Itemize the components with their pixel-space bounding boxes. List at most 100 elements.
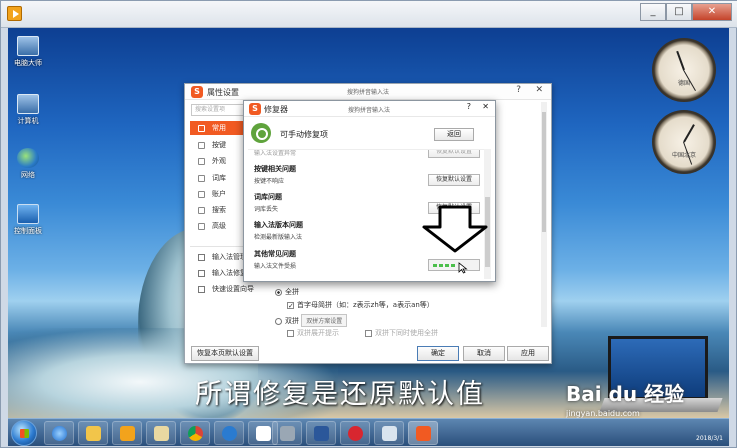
nav-label: 快速设置向导 xyxy=(212,285,254,293)
repair-fix-button[interactable]: 恢复默认设置 xyxy=(428,174,480,186)
ime-manager-icon xyxy=(198,254,205,261)
quanpin-label: 全拼 xyxy=(285,288,299,296)
props-center-title: 搜狗拼音输入法 xyxy=(347,89,390,96)
clock-label: 中国北京 xyxy=(671,152,696,159)
repair-fix-button[interactable]: 恢复默认设置 xyxy=(428,150,480,158)
nav-label: 外观 xyxy=(212,157,226,165)
nav-item-setup-wizard[interactable]: 快速设置向导 xyxy=(190,282,254,296)
back-button[interactable]: 返回 xyxy=(434,128,474,141)
word-icon xyxy=(314,426,329,441)
chrome-icon xyxy=(188,426,203,441)
taskbar-app[interactable] xyxy=(214,421,244,445)
window-titlebar: _ □ ✕ xyxy=(1,1,737,28)
tray-date: 2018/3/1 xyxy=(696,435,723,442)
sp-quanpin-option[interactable]: 双拼下同时使用全拼 xyxy=(365,328,438,338)
sogou-logo-icon: S xyxy=(191,86,203,98)
nav-label: 搜索 xyxy=(212,206,226,214)
sp-quanpin-checkbox[interactable] xyxy=(365,329,372,337)
shuangpin-label: 双拼 xyxy=(285,317,299,325)
account-icon xyxy=(198,191,205,198)
taskbar-app[interactable] xyxy=(340,421,370,445)
cancel-button[interactable]: 取消 xyxy=(463,346,505,361)
nav-label: 常用 xyxy=(212,124,226,132)
repair-help-button[interactable]: ? xyxy=(467,102,471,111)
repair-dialog: S 修复器 搜狗拼音输入法 ? ✕ 可手动修复项 返回 输入法设置异常 恢复默认… xyxy=(243,100,496,282)
restore-default-button[interactable]: 恢复本页默认设置 xyxy=(191,346,259,361)
shuangpin-option[interactable]: 双拼 双拼方案设置 xyxy=(275,314,348,327)
taskbar-app[interactable] xyxy=(78,421,108,445)
app-red-icon xyxy=(348,426,363,441)
nav-label: 按键 xyxy=(212,141,226,149)
taskbar-app[interactable] xyxy=(44,421,74,445)
minimize-button[interactable]: _ xyxy=(640,3,666,21)
control-panel-icon xyxy=(17,204,39,224)
repair-progress-button[interactable] xyxy=(428,259,480,271)
settings-search-input[interactable]: 搜索设置项 xyxy=(191,104,249,116)
sp-hint-option[interactable]: 双拼展开提示 xyxy=(287,328,339,338)
shuangpin-radio[interactable] xyxy=(275,317,282,325)
desktop-icon-control-panel[interactable]: 控制面板 xyxy=(8,204,48,236)
start-button[interactable] xyxy=(11,420,37,446)
quanpin-option[interactable]: 全拼 xyxy=(275,287,299,297)
desktop-icon-network[interactable]: 网络 xyxy=(8,148,48,180)
props-scrollbar[interactable] xyxy=(541,102,547,327)
desktop-icon-label: 计算机 xyxy=(17,117,39,125)
repair-item: 检测最新版输入法 xyxy=(254,234,303,241)
taskbar-app[interactable] xyxy=(180,421,210,445)
nav-label: 高级 xyxy=(212,222,226,230)
shoumu-checkbox[interactable] xyxy=(287,301,294,309)
mouse-cursor-icon xyxy=(458,262,468,274)
computer-icon xyxy=(17,94,39,114)
desktop-icon-label: 电脑大师 xyxy=(14,59,42,67)
apply-button[interactable]: 应用 xyxy=(507,346,549,361)
baidu-url: jingyan.baidu.com xyxy=(566,409,640,418)
appearance-icon xyxy=(198,158,205,165)
desktop-icon-label: 控制面板 xyxy=(14,227,42,235)
sp-hint-checkbox[interactable] xyxy=(287,329,294,337)
clock-gadget-germany[interactable]: 德国 xyxy=(652,38,716,102)
ok-button[interactable]: 确定 xyxy=(417,346,459,361)
baidu-brand: Bai du 经验 xyxy=(566,382,685,406)
ie-icon xyxy=(52,426,67,441)
repair-titlebar: S 修复器 搜狗拼音输入法 ? ✕ xyxy=(244,101,495,117)
sogou-logo-icon: S xyxy=(249,103,261,115)
repair-title: 修复器 xyxy=(264,105,288,114)
taskbar-app[interactable] xyxy=(272,421,302,445)
wizard-flag-icon xyxy=(198,286,205,293)
quanpin-radio[interactable] xyxy=(275,288,282,296)
nav-label: 输入法管理 xyxy=(212,253,247,261)
clock-hour-hand xyxy=(683,124,695,143)
repair-heading: 可手动修复项 xyxy=(280,130,328,139)
media-player-icon xyxy=(120,426,135,441)
close-button[interactable]: ✕ xyxy=(692,3,732,21)
desktop-icon-computer[interactable]: 计算机 xyxy=(8,94,48,126)
shuangpin-scheme-button[interactable]: 双拼方案设置 xyxy=(301,314,348,327)
repair-group-title: 输入法版本问题 xyxy=(254,221,303,229)
explorer-icon xyxy=(154,426,169,441)
clock-hour-hand xyxy=(676,50,685,71)
baidu-watermark: Bai du 经验 jingyan.baidu.com xyxy=(566,378,684,418)
taskbar-app[interactable] xyxy=(112,421,142,445)
sp-hint-label: 双拼展开提示 xyxy=(297,329,339,337)
clock-gadget-beijing[interactable]: 中国北京 xyxy=(652,110,716,174)
taskbar-app[interactable] xyxy=(374,421,404,445)
desktop-icon-computer-master[interactable]: 电脑大师 xyxy=(8,36,48,68)
taskbar-app[interactable] xyxy=(306,421,336,445)
props-help-button[interactable]: ? xyxy=(516,85,521,95)
repair-close-button[interactable]: ✕ xyxy=(482,102,489,111)
restore-button[interactable]: □ xyxy=(666,3,692,21)
props-close-button[interactable]: ✕ xyxy=(535,85,543,95)
network-globe-icon xyxy=(17,148,39,168)
shoumu-option[interactable]: 首字母简拼（如：z表示zh等，a表示an等） xyxy=(287,300,434,310)
common-settings-icon xyxy=(198,125,205,132)
shoumu-label: 首字母简拼（如：z表示zh等，a表示an等） xyxy=(297,301,434,309)
nav-label: 词库 xyxy=(212,174,226,182)
repair-item: 按键不响应 xyxy=(254,178,285,185)
wrench-icon xyxy=(251,123,271,143)
repair-group-title: 词库问题 xyxy=(254,193,282,201)
ime-repair-icon xyxy=(198,270,205,277)
props-scroll-thumb[interactable] xyxy=(542,112,546,232)
taskbar-app-active[interactable] xyxy=(408,421,438,445)
taskbar-app[interactable] xyxy=(146,421,176,445)
computer-icon xyxy=(17,36,39,56)
